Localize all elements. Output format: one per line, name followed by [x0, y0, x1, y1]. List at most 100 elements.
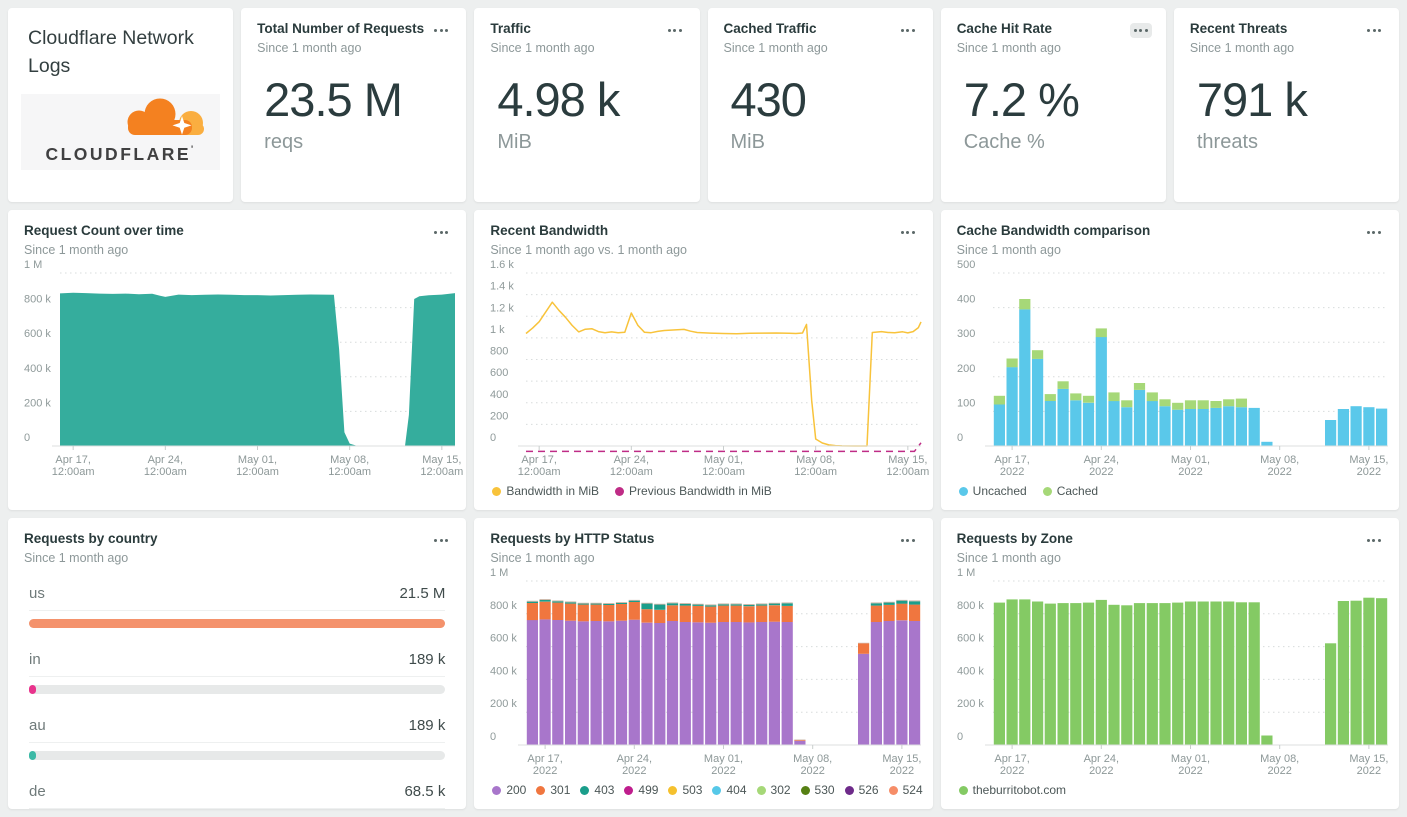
legend-label: 503 — [682, 783, 703, 797]
legend-item-404[interactable]: 404 — [712, 783, 747, 797]
country-bar-track — [29, 684, 446, 694]
svg-text:2022: 2022 — [801, 765, 825, 777]
svg-text:12:00am: 12:00am — [144, 466, 187, 478]
country-value: 21.5 M — [399, 584, 446, 602]
stat-unit: Cache % — [963, 131, 1045, 154]
panel-title: Request Count over time — [24, 223, 184, 238]
panel-cache-bandwidth: Cache Bandwidth comparison Since 1 month… — [940, 210, 1399, 510]
panel-subtitle: Since 1 month ago — [257, 40, 362, 55]
panel-subtitle: Since 1 month ago — [956, 550, 1061, 565]
svg-text:12:00am: 12:00am — [328, 466, 371, 478]
country-value: 68.5 k — [404, 782, 446, 800]
stat-value: 791 k — [1196, 72, 1308, 126]
legend-item-499[interactable]: 499 — [624, 783, 658, 797]
legend-item-530[interactable]: 530 — [800, 783, 835, 797]
panel-title: Cache Hit Rate — [956, 21, 1052, 36]
legend-item-524[interactable]: 524 — [888, 783, 923, 797]
svg-text:May 01,: May 01, — [704, 454, 743, 466]
svg-text:2022: 2022 — [1267, 765, 1291, 777]
svg-text:2022: 2022 — [533, 765, 557, 777]
legend-dot-icon — [712, 785, 722, 795]
svg-text:1 k: 1 k — [490, 324, 505, 336]
legend-dot-icon — [958, 785, 968, 795]
panel-title: Cached Traffic — [723, 21, 817, 36]
country-row-au[interactable]: au 189 k — [29, 709, 446, 760]
ellipsis-menu-icon[interactable] — [897, 225, 919, 240]
legend-dot-icon — [958, 486, 968, 496]
legend-item-301[interactable]: 301 — [536, 783, 570, 797]
country-row-us[interactable]: us 21.5 M — [29, 577, 446, 628]
country-list: us 21.5 M in 189 k au 189 k de 68.5 k — [8, 565, 466, 809]
legend-dot-icon — [668, 785, 678, 795]
stat-value: 23.5 M — [264, 72, 403, 126]
legend-dot-icon — [492, 486, 502, 496]
svg-text:12:00am: 12:00am — [518, 466, 561, 478]
country-value: 189 k — [408, 650, 446, 668]
legend-item-theburritobot-com[interactable]: theburritobot.com — [958, 783, 1066, 797]
ellipsis-menu-icon[interactable] — [664, 23, 686, 38]
panel-subtitle: Since 1 month ago — [956, 242, 1061, 257]
svg-text:600: 600 — [490, 367, 508, 379]
legend-item-cached[interactable]: Cached — [1042, 484, 1098, 498]
chart-legend: 200 301 403 499 503 404 302 530 526 524 — [474, 781, 932, 809]
svg-text:2022: 2022 — [1267, 466, 1291, 478]
country-row-in[interactable]: in 189 k — [29, 643, 446, 694]
panel-requests-by-country: Requests by country Since 1 month ago us… — [8, 518, 467, 809]
svg-text:2022: 2022 — [1089, 466, 1113, 478]
http-status-chart[interactable]: 0 200 k 400 k 600 k 800 k1 M Apr 17, 2022 Apr 2… — [474, 565, 932, 781]
ellipsis-menu-icon[interactable] — [430, 533, 452, 548]
ellipsis-menu-icon[interactable] — [430, 225, 452, 240]
svg-text:12:00am: 12:00am — [52, 466, 95, 478]
svg-text:200: 200 — [490, 410, 508, 422]
stat-unit: reqs — [264, 131, 304, 154]
legend-item-403[interactable]: 403 — [580, 783, 614, 797]
svg-text:Apr 24,: Apr 24, — [1083, 454, 1118, 466]
panel-traffic: Traffic Since 1 month ago 4.98 k MiB — [474, 8, 700, 202]
stat-unit: MiB — [730, 131, 765, 154]
svg-text:200 k: 200 k — [490, 698, 517, 710]
ellipsis-menu-icon[interactable] — [1363, 225, 1385, 240]
legend-item-bandwidth-in-mib[interactable]: Bandwidth in MiB — [492, 484, 599, 498]
cache-bandwidth-chart[interactable]: 0 100 200 300 400 500 Apr 17, 2022 Apr 24, 2022 Ma… — [941, 257, 1399, 482]
svg-text:1.2 k: 1.2 k — [490, 302, 514, 314]
legend-dot-icon — [888, 785, 898, 795]
legend-dot-icon — [1042, 486, 1052, 496]
legend-item-uncached[interactable]: Uncached — [958, 484, 1027, 498]
legend-label: 403 — [594, 783, 615, 797]
chart-legend: Bandwidth in MiB Previous Bandwidth in Mi… — [474, 482, 932, 510]
legend-item-previous-bandwidth-in-mib[interactable]: Previous Bandwidth in MiB — [615, 484, 772, 498]
svg-text:May 08,: May 08, — [796, 454, 835, 466]
legend-item-526[interactable]: 526 — [844, 783, 879, 797]
ellipsis-menu-icon[interactable] — [897, 533, 919, 548]
ellipsis-menu-icon[interactable] — [430, 23, 452, 38]
zone-chart[interactable]: 0 200 k 400 k 600 k 800 k1 M Apr 17, 2022 Apr 2… — [941, 565, 1399, 781]
panel-recent-bandwidth: Recent Bandwidth Since 1 month ago vs. 1… — [474, 210, 933, 510]
legend-dot-icon — [624, 785, 634, 795]
chart-legend: Uncached Cached — [941, 482, 1399, 510]
ellipsis-menu-icon[interactable] — [897, 23, 919, 38]
legend-label: 499 — [638, 783, 659, 797]
ellipsis-menu-icon[interactable] — [1129, 23, 1152, 38]
recent-bandwidth-chart[interactable]: 0 200 400 600 800 1 k 1.2 k 1.4 k 1.6 k Apr 17, 12… — [474, 257, 932, 482]
ellipsis-menu-icon[interactable] — [1363, 533, 1385, 548]
svg-text:300: 300 — [957, 328, 975, 340]
legend-item-302[interactable]: 302 — [756, 783, 791, 797]
legend-label: 404 — [726, 783, 747, 797]
panel-title: Traffic — [490, 21, 531, 36]
svg-text:May 08,: May 08, — [330, 454, 369, 466]
svg-text:2022: 2022 — [1356, 466, 1380, 478]
panel-subtitle: Since 1 month ago — [24, 550, 129, 565]
request-count-chart[interactable]: 0 200 k 400 k 600 k 800 k1 M Apr 17, 12:00am Ap… — [8, 257, 466, 482]
ellipsis-menu-icon[interactable] — [1363, 23, 1385, 38]
legend-item-200[interactable]: 200 — [492, 783, 526, 797]
svg-text:600 k: 600 k — [490, 632, 517, 644]
legend-item-503[interactable]: 503 — [668, 783, 702, 797]
chart-row-2: Requests by country Since 1 month ago us… — [8, 518, 1399, 809]
svg-text:May 15,: May 15, — [889, 454, 928, 466]
svg-text:400 k: 400 k — [957, 665, 984, 677]
svg-text:800: 800 — [490, 345, 508, 357]
svg-text:600 k: 600 k — [957, 632, 984, 644]
legend-label: 302 — [770, 783, 791, 797]
country-row-de[interactable]: de 68.5 k — [29, 775, 446, 809]
stat-value: 7.2 % — [963, 72, 1080, 126]
